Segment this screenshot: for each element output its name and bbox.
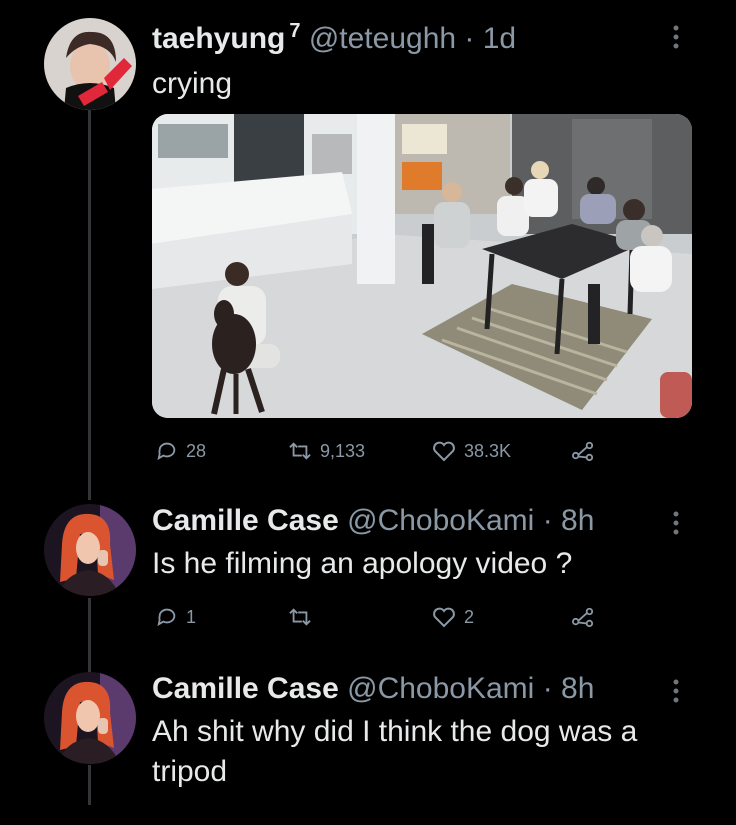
tweet-text: Ah shit why did I think the dog was a tr… [152, 715, 638, 788]
reply-count: 28 [186, 440, 207, 461]
reply-button[interactable]: 28 [156, 440, 206, 462]
like-button[interactable]: 2 [432, 606, 474, 628]
video-thumbnail [152, 114, 692, 418]
reply-count: 1 [186, 606, 197, 627]
tweet-reply-1[interactable]: Camille Case @ChoboKami · 8h Is he filmi… [0, 500, 736, 660]
tweet-original[interactable]: taehyung 7 @teteughh · 1d crying 28 9,13… [0, 0, 736, 480]
tweet-media-video[interactable] [152, 114, 692, 418]
heart-icon [433, 607, 455, 628]
timestamp[interactable]: · 1d [464, 22, 516, 55]
avatar[interactable] [44, 672, 136, 764]
display-name[interactable]: Camille Case [152, 672, 339, 705]
like-count: 2 [464, 606, 475, 627]
user-handle[interactable]: @ChoboKami [347, 672, 534, 705]
retweet-button[interactable] [288, 606, 312, 628]
more-vertical-icon[interactable] [672, 678, 680, 705]
heart-icon [433, 441, 455, 462]
tweet-reply-2[interactable]: Camille Case @ChoboKami · 8h Ah shit why… [0, 668, 736, 825]
reply-icon [157, 442, 176, 461]
tweet-text: Is he filming an apology video ? [152, 547, 573, 580]
tweet-actions: 1 2 [0, 606, 736, 636]
tweet-header: Camille Case @ChoboKami · 8h [152, 672, 594, 706]
like-count: 38.3K [464, 440, 512, 461]
timestamp[interactable]: · 8h [543, 504, 595, 537]
share-button[interactable] [570, 440, 596, 462]
tweet-header: taehyung 7 @teteughh · 1d [152, 20, 516, 56]
display-name[interactable]: taehyung [152, 22, 285, 55]
profile-photo-icon [44, 504, 136, 596]
reply-icon [157, 608, 176, 627]
timestamp[interactable]: · 8h [543, 672, 595, 705]
tweet-text: crying [152, 67, 233, 100]
retweet-button[interactable]: 9,133 [288, 440, 365, 462]
tweet-actions: 28 9,133 38.3K [0, 440, 736, 470]
like-button[interactable]: 38.3K [432, 440, 511, 462]
user-handle[interactable]: @ChoboKami [347, 504, 534, 537]
retweet-count: 9,133 [320, 440, 366, 461]
share-button[interactable] [570, 606, 596, 628]
retweet-icon [289, 442, 311, 460]
avatar[interactable] [44, 18, 136, 110]
name-badge: 7 [289, 20, 301, 42]
share-icon [572, 441, 594, 462]
retweet-icon [289, 608, 311, 626]
reply-button[interactable]: 1 [156, 606, 196, 628]
profile-photo-icon [44, 18, 136, 110]
more-vertical-icon[interactable] [672, 24, 680, 51]
user-handle[interactable]: @teteughh [309, 22, 456, 55]
display-name[interactable]: Camille Case [152, 504, 339, 537]
share-icon [572, 607, 594, 628]
avatar[interactable] [44, 504, 136, 596]
more-vertical-icon[interactable] [672, 510, 680, 537]
profile-photo-icon [44, 672, 136, 764]
tweet-header: Camille Case @ChoboKami · 8h [152, 504, 594, 538]
